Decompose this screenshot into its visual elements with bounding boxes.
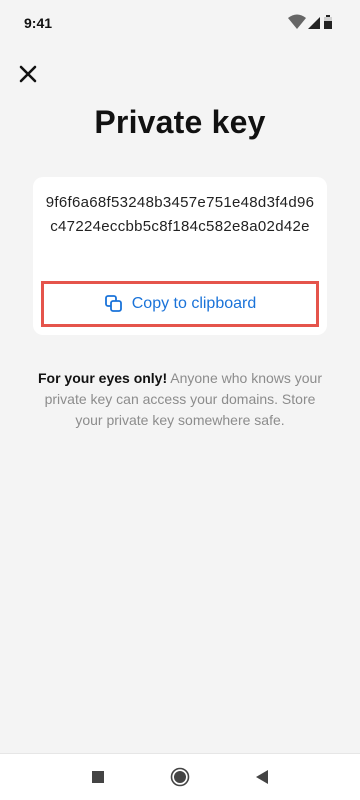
home-icon	[170, 767, 190, 787]
recents-button[interactable]	[87, 766, 109, 788]
copy-to-clipboard-button[interactable]: Copy to clipboard	[41, 281, 319, 327]
recents-icon	[92, 771, 104, 783]
copy-button-label: Copy to clipboard	[131, 295, 257, 312]
system-nav-bar	[0, 753, 360, 800]
back-icon	[256, 770, 268, 784]
screen: 9:41 Private key 9f6f6a68f53248b3457e751…	[0, 0, 360, 800]
back-button[interactable]	[251, 766, 273, 788]
page-title: Private key	[94, 104, 266, 140]
signal-icon	[308, 17, 320, 29]
private-key-text: 9f6f6a68f53248b3457e751e48d3f4d96c47224e…	[45, 194, 315, 235]
copy-icon	[104, 295, 122, 312]
home-button[interactable]	[169, 766, 191, 788]
status-icons	[288, 14, 332, 29]
wifi-icon	[288, 14, 306, 29]
status-bar: 9:41	[0, 0, 360, 44]
status-time: 9:41	[24, 15, 53, 31]
warning-emphasis: For your eyes only!	[37, 370, 168, 386]
security-warning: For your eyes only! Anyone who knows you…	[30, 368, 330, 431]
close-button[interactable]	[14, 60, 42, 88]
battery-icon	[324, 15, 332, 29]
close-icon	[19, 65, 37, 83]
